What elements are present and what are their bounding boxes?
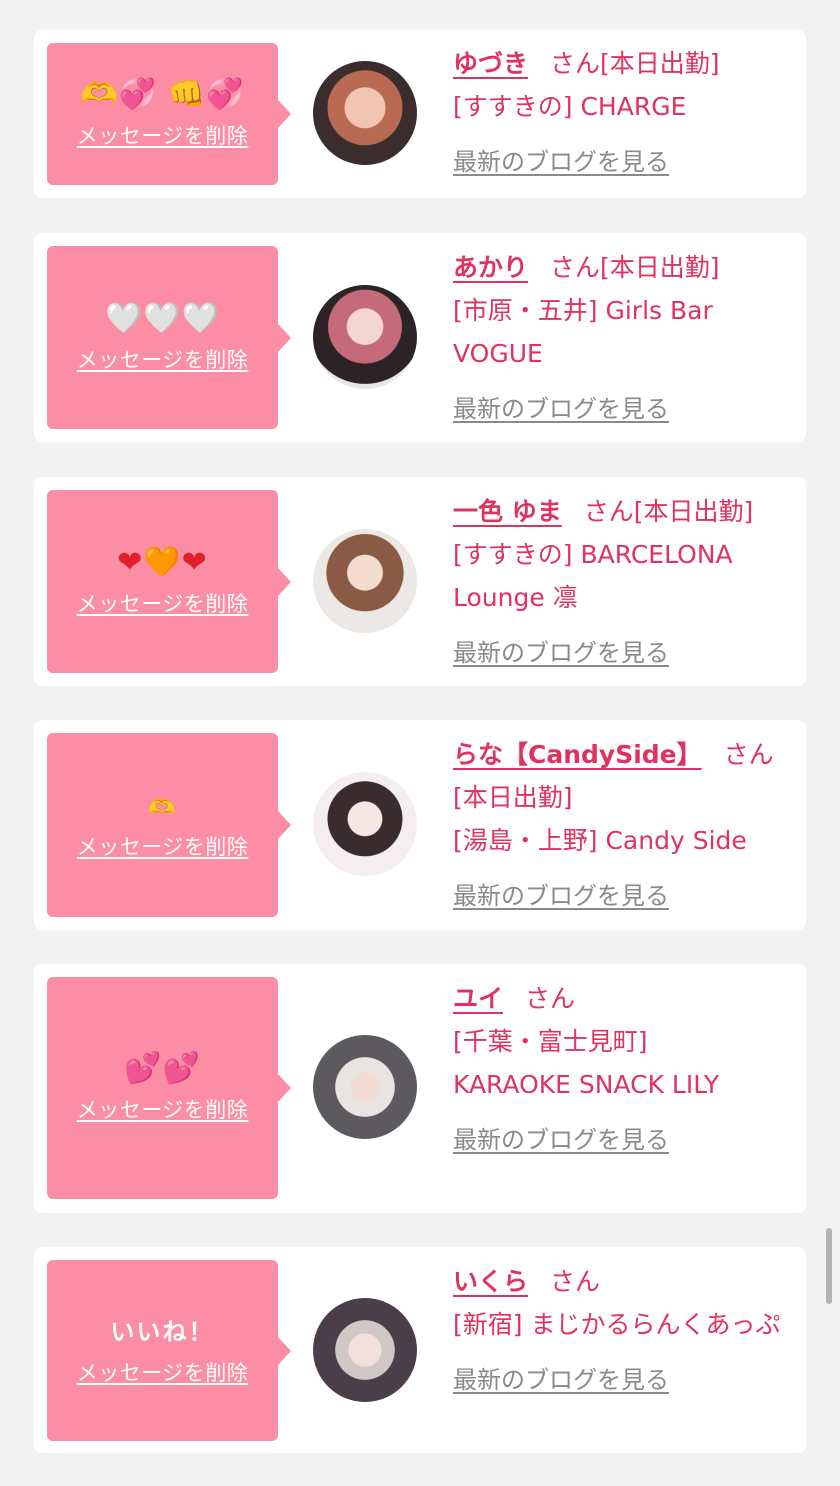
status-tag: [本日出勤] [600, 49, 720, 78]
reaction-bubble: 🫶💞 👊💞 メッセージを削除 [47, 43, 291, 185]
reaction-emojis: ❤🧡❤ [47, 544, 278, 580]
message-card: 🫶 メッセージを削除 らな【CandySide】 さん [本日出勤] [湯島・上野… [34, 720, 806, 930]
cast-info: らな【CandySide】 さん [本日出勤] [湯島・上野] Candy Sid… [453, 733, 786, 918]
message-card: 🤍🤍🤍 メッセージを削除 あかり さん[本日出勤] [市原・五井] Girls B… [34, 233, 806, 442]
latest-blog-link[interactable]: 最新のブログを見る [453, 141, 669, 184]
two-hearts-icon: 💞 [206, 77, 245, 112]
reaction-emojis: 🫶 [47, 789, 278, 823]
avatar[interactable] [313, 1035, 417, 1139]
area-tag: [新宿] [453, 1310, 523, 1339]
shop-name: CHARGE [580, 92, 687, 121]
cast-info: あかり さん[本日出勤] [市原・五井] Girls Bar VOGUE 最新のブ… [453, 246, 786, 431]
message-card: ❤🧡❤ メッセージを削除 一色 ゆま さん[本日出勤] [すすきの] BARCEL… [34, 477, 806, 686]
reaction-bubble: 💕💕 メッセージを削除 [47, 977, 291, 1199]
heart-hands-icon: 🫶 [148, 796, 177, 821]
shop-name: まじかるらんくあっぷ [530, 1310, 781, 1339]
delete-message-link[interactable]: メッセージを削除 [77, 344, 249, 374]
reaction-bubble: 🤍🤍🤍 メッセージを削除 [47, 246, 291, 429]
reaction-emojis: 🤍🤍🤍 [47, 300, 278, 336]
avatar[interactable] [313, 285, 417, 389]
area-tag: [湯島・上野] [453, 826, 598, 855]
red-heart-icon: ❤ [181, 544, 208, 580]
white-heart-icon: 🤍 [143, 300, 182, 336]
cast-name-link[interactable]: らな【CandySide】 [453, 740, 706, 769]
honorific: さん [550, 49, 601, 78]
delete-message-link[interactable]: メッセージを削除 [77, 588, 249, 618]
orange-heart-icon: 🧡 [143, 544, 182, 580]
message-card: 🫶💞 👊💞 メッセージを削除 ゆづき さん[本日出勤] [すすきの] CHARGE… [34, 30, 806, 198]
area-tag: [市原・五井] [453, 296, 598, 325]
honorific: さん [525, 984, 576, 1013]
status-tag: [本日出勤] [600, 253, 720, 282]
shop-name: Candy Side [605, 826, 747, 855]
latest-blog-link[interactable]: 最新のブログを見る [453, 632, 669, 675]
status-tag: [本日出勤] [633, 497, 754, 526]
avatar[interactable] [313, 61, 417, 165]
honorific: さん [550, 1267, 601, 1296]
honorific: さん [723, 740, 774, 769]
avatar[interactable] [313, 529, 417, 633]
reaction-bubble: 🫶 メッセージを削除 [47, 733, 291, 917]
cast-name-link[interactable]: いくら [453, 1267, 532, 1296]
heart-hands-icon: 🫶 [80, 77, 119, 112]
two-hearts-icon: 💕 [162, 1051, 201, 1086]
reaction-bubble: ❤🧡❤ メッセージを削除 [47, 490, 291, 673]
honorific: さん [583, 497, 634, 526]
white-heart-icon: 🤍 [104, 300, 144, 336]
cast-name-link[interactable]: あかり [453, 253, 532, 282]
cast-info: ユイ さん [千葉・富士見町] KARAOKE SNACK LILY 最新のブログ… [453, 977, 786, 1162]
cast-name-link[interactable]: 一色 ゆま [453, 497, 566, 526]
latest-blog-link[interactable]: 最新のブログを見る [453, 1119, 669, 1162]
message-card: いいね！ メッセージを削除 いくら さん [新宿] まじかるらんくあっぷ 最新のブ… [34, 1247, 806, 1453]
white-heart-icon: 🤍 [181, 300, 221, 336]
delete-message-link[interactable]: メッセージを削除 [77, 120, 249, 150]
latest-blog-link[interactable]: 最新のブログを見る [453, 1359, 669, 1402]
avatar[interactable] [313, 1298, 417, 1402]
message-card: 💕💕 メッセージを削除 ユイ さん [千葉・富士見町] KARAOKE SNACK… [34, 964, 806, 1213]
cast-name-link[interactable]: ゆづき [453, 49, 532, 78]
latest-blog-link[interactable]: 最新のブログを見る [453, 875, 669, 918]
cast-info: ゆづき さん[本日出勤] [すすきの] CHARGE 最新のブログを見る [453, 42, 786, 184]
cast-name-link[interactable]: ユイ [453, 984, 507, 1013]
delete-message-link[interactable]: メッセージを削除 [77, 1094, 249, 1124]
status-tag: [本日出勤] [453, 783, 573, 812]
cast-info: いくら さん [新宿] まじかるらんくあっぷ 最新のブログを見る [453, 1260, 786, 1402]
area-tag: [千葉・富士見町] [453, 1027, 648, 1056]
reaction-emojis: 💕💕 [47, 1052, 278, 1086]
reaction-bubble: いいね！ メッセージを削除 [47, 1260, 291, 1441]
two-hearts-icon: 💞 [118, 77, 158, 112]
scrollbar[interactable] [826, 1228, 832, 1304]
two-hearts-icon: 💕 [124, 1051, 163, 1086]
avatar[interactable] [313, 772, 417, 876]
honorific: さん [550, 253, 601, 282]
reaction-emojis: 🫶💞 👊💞 [47, 78, 278, 112]
area-tag: [すすきの] [453, 540, 573, 569]
delete-message-link[interactable]: メッセージを削除 [77, 1357, 249, 1387]
red-heart-icon: ❤ [117, 544, 144, 580]
reaction-text: いいね！ [110, 1317, 215, 1346]
shop-name: KARAOKE SNACK LILY [453, 1070, 720, 1099]
cast-info: 一色 ゆま さん[本日出勤] [すすきの] BARCELONA Lounge 凛 … [453, 490, 786, 675]
delete-message-link[interactable]: メッセージを削除 [77, 831, 249, 861]
latest-blog-link[interactable]: 最新のブログを見る [453, 388, 669, 431]
area-tag: [すすきの] [453, 92, 573, 121]
fist-icon: 👊 [167, 77, 207, 112]
